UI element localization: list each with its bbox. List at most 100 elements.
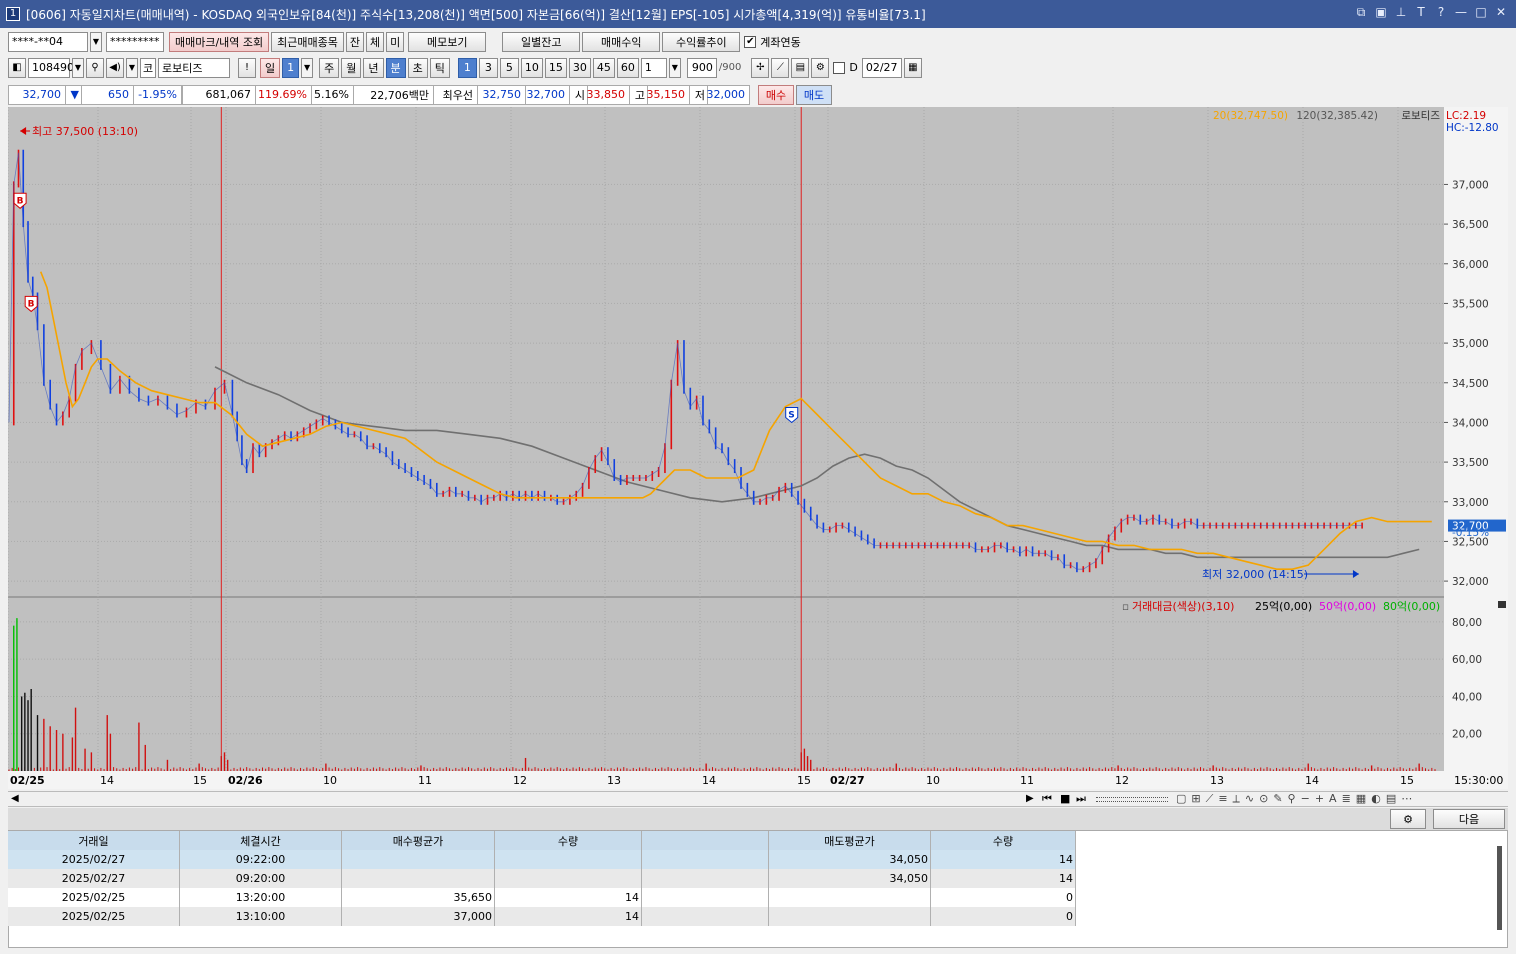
memo-button[interactable]: 메모보기	[408, 31, 487, 52]
period-day-button[interactable]: 일	[260, 57, 281, 78]
sell-button[interactable]: 매도	[796, 84, 832, 105]
search-icon[interactable]: ⚲	[86, 57, 104, 78]
account-link-checkbox[interactable]: ✔	[744, 35, 757, 48]
mark-query-button[interactable]: 매매마크/내역 조회	[169, 31, 270, 52]
minimize-icon[interactable]: —	[1454, 5, 1468, 20]
x-tick-label: 14	[100, 774, 114, 787]
x-tick-label: 11	[1020, 774, 1034, 787]
link-icon[interactable]: ⧉	[1354, 5, 1368, 20]
table-row[interactable]: 2025/02/25 13:10:00 37,000 14 0	[8, 907, 1076, 926]
table-cell	[342, 850, 495, 869]
count-input[interactable]: 900	[686, 57, 717, 78]
date-checkbox[interactable]	[833, 61, 846, 74]
interval-1-button[interactable]: 1	[457, 57, 477, 78]
period-month-button[interactable]: 월	[341, 57, 362, 78]
gear-icon[interactable]: ⚙	[811, 57, 830, 78]
balance-button[interactable]: 잔	[345, 31, 365, 52]
maximize-icon[interactable]: □	[1474, 5, 1488, 20]
save-icon[interactable]: ▤	[791, 57, 810, 78]
volume-legend-50: 50억(0,00)	[1319, 600, 1376, 613]
chart-scrollbar[interactable]: ◀ ▶ ⏮ ■ ⏭ ▢⊞⟋≡⟂∿⊙✎⚲−+A≣▦◐▤⋯	[8, 791, 1508, 807]
x-tick-label: 15:30:00	[1454, 774, 1503, 787]
interval-15-button[interactable]: 15	[544, 57, 567, 78]
table-cell: 2025/02/27	[8, 869, 180, 888]
multiplier-dropdown-icon[interactable]: ▼	[668, 57, 681, 78]
table-cell: 34,050	[769, 869, 931, 888]
period-dropdown-icon[interactable]: ▼	[301, 57, 314, 78]
account-input[interactable]: ****-**04	[8, 31, 88, 52]
stop-icon[interactable]: ■	[1060, 792, 1070, 805]
y-tick-label: 33,500	[1452, 457, 1489, 469]
profit-rate-button[interactable]: 수익률추이	[662, 31, 741, 52]
vol-tick-label: 20,00	[1452, 729, 1482, 741]
scroll-right-icon[interactable]: ▶	[1026, 793, 1034, 804]
stock-name-field[interactable]: 로보티즈	[158, 57, 230, 78]
table-scrollbar[interactable]	[1497, 846, 1502, 930]
drawing-tools-strip[interactable]: ▢⊞⟋≡⟂∿⊙✎⚲−+A≣▦◐▤⋯	[1176, 792, 1417, 806]
daily-balance-button[interactable]: 일별잔고	[502, 31, 581, 52]
table-cell: 2025/02/25	[8, 888, 180, 907]
stock-code-input[interactable]: 108490	[28, 57, 74, 78]
sound-icon[interactable]: ◀)	[106, 57, 124, 78]
trend-tool-icon[interactable]: ⟋	[771, 57, 790, 78]
x-tick-label: 15	[797, 774, 811, 787]
y-axis-pane	[1444, 107, 1508, 789]
table-cell: 2025/02/25	[8, 907, 180, 926]
speed-slider[interactable]	[1096, 797, 1168, 802]
scroll-left-icon[interactable]: ◀	[11, 793, 19, 804]
calendar-icon[interactable]: ▦	[903, 57, 922, 78]
layout-icon: ▤	[1385, 792, 1402, 805]
buy-button[interactable]: 매수	[758, 84, 794, 105]
account-dropdown-icon[interactable]: ▼	[90, 31, 102, 52]
period-year-button[interactable]: 년	[363, 57, 384, 78]
table-settings-icon[interactable]: ⚙	[1390, 809, 1426, 829]
chart-toolbar: ◧ 108490 ▼ ⚲ ◀) ▼ 코 로보티즈 ! 일 1 ▼ 주 월 년 분…	[0, 55, 1516, 80]
window-tile-icon[interactable]: ▣	[1374, 5, 1388, 20]
chart-area[interactable]: B B S 37,000 36,500 36,000 35,500 35,000 34,500…	[8, 107, 1508, 789]
interval-30-button[interactable]: 30	[568, 57, 591, 78]
table-row[interactable]: 2025/02/25 13:20:00 35,650 14 0	[8, 888, 1076, 907]
price-chart[interactable]: B B S 37,000 36,500 36,000 35,500 35,000 34,500…	[8, 107, 1508, 789]
password-input[interactable]: *********	[106, 31, 164, 52]
high-label: 고	[630, 84, 648, 105]
table-row[interactable]: 2025/02/27 09:20:00 34,050 14	[8, 869, 1076, 888]
recent-stocks-button[interactable]: 최근매매종목	[271, 31, 344, 52]
trade-profit-button[interactable]: 매매수익	[582, 31, 661, 52]
app-icon: 1	[6, 7, 20, 21]
forward-icon[interactable]: ⏭	[1076, 792, 1086, 806]
interval-10-button[interactable]: 10	[520, 57, 543, 78]
date-input[interactable]: 02/27	[861, 57, 902, 78]
period-minute-button[interactable]: 분	[385, 57, 406, 78]
interval-45-button[interactable]: 45	[592, 57, 615, 78]
help-icon[interactable]: ?	[1434, 5, 1448, 20]
period-num-field[interactable]: 1	[282, 57, 300, 78]
period-second-button[interactable]: 초	[407, 57, 428, 78]
interval-3-button[interactable]: 3	[478, 57, 498, 78]
table-cell	[642, 888, 769, 907]
tool-settings-icon[interactable]: ✢	[751, 57, 770, 78]
code-dropdown-icon[interactable]: ▼	[72, 57, 84, 78]
zoom-icon: ⚲	[1287, 792, 1301, 805]
period-tick-button[interactable]: 틱	[429, 57, 450, 78]
interval-60-button[interactable]: 60	[616, 57, 639, 78]
period-week-button[interactable]: 주	[319, 57, 340, 78]
y-tick-label: 32,000	[1452, 576, 1489, 588]
executed-button[interactable]: 체	[366, 31, 385, 52]
alert-button[interactable]: !	[238, 57, 256, 78]
sound-dropdown-icon[interactable]: ▼	[126, 57, 138, 78]
volume-rate: 119.69%	[256, 84, 312, 105]
pending-button[interactable]: 미	[386, 31, 405, 52]
palette-icon: ◐	[1371, 792, 1386, 805]
table-row[interactable]: 2025/02/27 09:22:00 34,050 14	[8, 850, 1076, 869]
multiplier-input[interactable]: 1	[640, 57, 667, 78]
rewind-icon[interactable]: ⏮	[1042, 792, 1052, 806]
pin-icon[interactable]: ⊥	[1394, 5, 1408, 20]
close-pane-icon[interactable]	[1498, 601, 1506, 608]
header-exec-time: 체결시간	[180, 831, 342, 850]
font-icon[interactable]: T	[1414, 5, 1428, 20]
next-button[interactable]: 다음	[1433, 809, 1505, 829]
close-icon[interactable]: ✕	[1494, 5, 1508, 20]
interval-5-button[interactable]: 5	[499, 57, 519, 78]
table-cell	[495, 850, 642, 869]
stock-menu-icon[interactable]: ◧	[8, 57, 26, 78]
